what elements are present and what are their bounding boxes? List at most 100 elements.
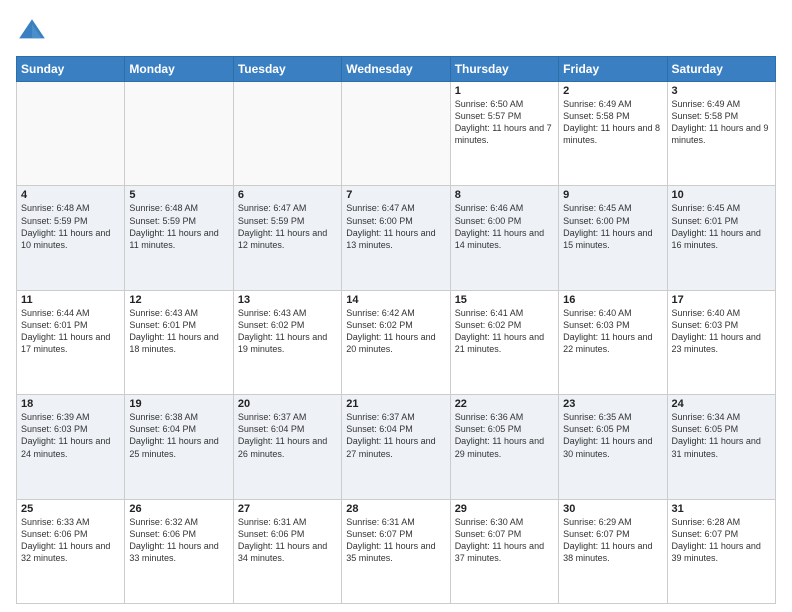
- calendar-cell: 15Sunrise: 6:41 AM Sunset: 6:02 PM Dayli…: [450, 290, 558, 394]
- day-number: 26: [129, 503, 228, 515]
- calendar-cell: 18Sunrise: 6:39 AM Sunset: 6:03 PM Dayli…: [17, 395, 125, 499]
- cell-info: Sunrise: 6:48 AM Sunset: 5:59 PM Dayligh…: [21, 202, 120, 251]
- calendar-cell: 16Sunrise: 6:40 AM Sunset: 6:03 PM Dayli…: [559, 290, 667, 394]
- calendar-cell: 14Sunrise: 6:42 AM Sunset: 6:02 PM Dayli…: [342, 290, 450, 394]
- day-number: 12: [129, 294, 228, 306]
- day-header: Friday: [559, 57, 667, 82]
- day-number: 25: [21, 503, 120, 515]
- cell-info: Sunrise: 6:45 AM Sunset: 6:00 PM Dayligh…: [563, 202, 662, 251]
- day-number: 10: [672, 189, 771, 201]
- day-header: Wednesday: [342, 57, 450, 82]
- cell-info: Sunrise: 6:34 AM Sunset: 6:05 PM Dayligh…: [672, 411, 771, 460]
- cell-info: Sunrise: 6:43 AM Sunset: 6:02 PM Dayligh…: [238, 307, 337, 356]
- day-number: 1: [455, 85, 554, 97]
- day-number: 29: [455, 503, 554, 515]
- day-header: Tuesday: [233, 57, 341, 82]
- cell-info: Sunrise: 6:39 AM Sunset: 6:03 PM Dayligh…: [21, 411, 120, 460]
- calendar-cell: 23Sunrise: 6:35 AM Sunset: 6:05 PM Dayli…: [559, 395, 667, 499]
- calendar-week-row: 11Sunrise: 6:44 AM Sunset: 6:01 PM Dayli…: [17, 290, 776, 394]
- calendar-cell: 8Sunrise: 6:46 AM Sunset: 6:00 PM Daylig…: [450, 186, 558, 290]
- calendar-cell: [233, 82, 341, 186]
- day-number: 30: [563, 503, 662, 515]
- calendar-cell: 25Sunrise: 6:33 AM Sunset: 6:06 PM Dayli…: [17, 499, 125, 603]
- cell-info: Sunrise: 6:31 AM Sunset: 6:07 PM Dayligh…: [346, 516, 445, 565]
- cell-info: Sunrise: 6:40 AM Sunset: 6:03 PM Dayligh…: [563, 307, 662, 356]
- cell-info: Sunrise: 6:49 AM Sunset: 5:58 PM Dayligh…: [563, 98, 662, 147]
- day-header: Sunday: [17, 57, 125, 82]
- cell-info: Sunrise: 6:47 AM Sunset: 5:59 PM Dayligh…: [238, 202, 337, 251]
- calendar-cell: 28Sunrise: 6:31 AM Sunset: 6:07 PM Dayli…: [342, 499, 450, 603]
- calendar-cell: 22Sunrise: 6:36 AM Sunset: 6:05 PM Dayli…: [450, 395, 558, 499]
- day-number: 24: [672, 398, 771, 410]
- day-number: 16: [563, 294, 662, 306]
- cell-info: Sunrise: 6:41 AM Sunset: 6:02 PM Dayligh…: [455, 307, 554, 356]
- cell-info: Sunrise: 6:37 AM Sunset: 6:04 PM Dayligh…: [238, 411, 337, 460]
- cell-info: Sunrise: 6:49 AM Sunset: 5:58 PM Dayligh…: [672, 98, 771, 147]
- calendar-week-row: 18Sunrise: 6:39 AM Sunset: 6:03 PM Dayli…: [17, 395, 776, 499]
- calendar-cell: [125, 82, 233, 186]
- calendar-cell: 30Sunrise: 6:29 AM Sunset: 6:07 PM Dayli…: [559, 499, 667, 603]
- cell-info: Sunrise: 6:28 AM Sunset: 6:07 PM Dayligh…: [672, 516, 771, 565]
- cell-info: Sunrise: 6:30 AM Sunset: 6:07 PM Dayligh…: [455, 516, 554, 565]
- calendar-cell: 4Sunrise: 6:48 AM Sunset: 5:59 PM Daylig…: [17, 186, 125, 290]
- cell-info: Sunrise: 6:38 AM Sunset: 6:04 PM Dayligh…: [129, 411, 228, 460]
- cell-info: Sunrise: 6:32 AM Sunset: 6:06 PM Dayligh…: [129, 516, 228, 565]
- calendar-cell: 20Sunrise: 6:37 AM Sunset: 6:04 PM Dayli…: [233, 395, 341, 499]
- cell-info: Sunrise: 6:47 AM Sunset: 6:00 PM Dayligh…: [346, 202, 445, 251]
- calendar-cell: 27Sunrise: 6:31 AM Sunset: 6:06 PM Dayli…: [233, 499, 341, 603]
- calendar-cell: 21Sunrise: 6:37 AM Sunset: 6:04 PM Dayli…: [342, 395, 450, 499]
- day-number: 13: [238, 294, 337, 306]
- calendar-body: 1Sunrise: 6:50 AM Sunset: 5:57 PM Daylig…: [17, 82, 776, 604]
- calendar-cell: 29Sunrise: 6:30 AM Sunset: 6:07 PM Dayli…: [450, 499, 558, 603]
- day-number: 23: [563, 398, 662, 410]
- day-number: 3: [672, 85, 771, 97]
- logo-icon: [16, 16, 48, 48]
- page: SundayMondayTuesdayWednesdayThursdayFrid…: [0, 0, 792, 612]
- day-number: 21: [346, 398, 445, 410]
- day-header: Thursday: [450, 57, 558, 82]
- header: [16, 16, 776, 48]
- cell-info: Sunrise: 6:35 AM Sunset: 6:05 PM Dayligh…: [563, 411, 662, 460]
- day-number: 5: [129, 189, 228, 201]
- calendar-cell: 6Sunrise: 6:47 AM Sunset: 5:59 PM Daylig…: [233, 186, 341, 290]
- calendar-cell: 13Sunrise: 6:43 AM Sunset: 6:02 PM Dayli…: [233, 290, 341, 394]
- day-number: 2: [563, 85, 662, 97]
- calendar-cell: [342, 82, 450, 186]
- calendar-cell: 1Sunrise: 6:50 AM Sunset: 5:57 PM Daylig…: [450, 82, 558, 186]
- day-number: 9: [563, 189, 662, 201]
- calendar-cell: 7Sunrise: 6:47 AM Sunset: 6:00 PM Daylig…: [342, 186, 450, 290]
- cell-info: Sunrise: 6:40 AM Sunset: 6:03 PM Dayligh…: [672, 307, 771, 356]
- day-number: 28: [346, 503, 445, 515]
- cell-info: Sunrise: 6:42 AM Sunset: 6:02 PM Dayligh…: [346, 307, 445, 356]
- day-header: Saturday: [667, 57, 775, 82]
- calendar-cell: 3Sunrise: 6:49 AM Sunset: 5:58 PM Daylig…: [667, 82, 775, 186]
- day-number: 18: [21, 398, 120, 410]
- cell-info: Sunrise: 6:45 AM Sunset: 6:01 PM Dayligh…: [672, 202, 771, 251]
- cell-info: Sunrise: 6:44 AM Sunset: 6:01 PM Dayligh…: [21, 307, 120, 356]
- cell-info: Sunrise: 6:33 AM Sunset: 6:06 PM Dayligh…: [21, 516, 120, 565]
- calendar-cell: 11Sunrise: 6:44 AM Sunset: 6:01 PM Dayli…: [17, 290, 125, 394]
- day-number: 14: [346, 294, 445, 306]
- day-number: 19: [129, 398, 228, 410]
- day-number: 6: [238, 189, 337, 201]
- day-number: 4: [21, 189, 120, 201]
- day-number: 15: [455, 294, 554, 306]
- calendar-week-row: 4Sunrise: 6:48 AM Sunset: 5:59 PM Daylig…: [17, 186, 776, 290]
- header-row: SundayMondayTuesdayWednesdayThursdayFrid…: [17, 57, 776, 82]
- day-number: 20: [238, 398, 337, 410]
- calendar-cell: 12Sunrise: 6:43 AM Sunset: 6:01 PM Dayli…: [125, 290, 233, 394]
- day-number: 17: [672, 294, 771, 306]
- calendar-cell: 26Sunrise: 6:32 AM Sunset: 6:06 PM Dayli…: [125, 499, 233, 603]
- calendar-cell: 10Sunrise: 6:45 AM Sunset: 6:01 PM Dayli…: [667, 186, 775, 290]
- calendar-cell: 31Sunrise: 6:28 AM Sunset: 6:07 PM Dayli…: [667, 499, 775, 603]
- cell-info: Sunrise: 6:36 AM Sunset: 6:05 PM Dayligh…: [455, 411, 554, 460]
- calendar-cell: 2Sunrise: 6:49 AM Sunset: 5:58 PM Daylig…: [559, 82, 667, 186]
- cell-info: Sunrise: 6:29 AM Sunset: 6:07 PM Dayligh…: [563, 516, 662, 565]
- logo: [16, 16, 52, 48]
- calendar-cell: 17Sunrise: 6:40 AM Sunset: 6:03 PM Dayli…: [667, 290, 775, 394]
- calendar-cell: 9Sunrise: 6:45 AM Sunset: 6:00 PM Daylig…: [559, 186, 667, 290]
- day-number: 22: [455, 398, 554, 410]
- day-header: Monday: [125, 57, 233, 82]
- day-number: 7: [346, 189, 445, 201]
- calendar-cell: 24Sunrise: 6:34 AM Sunset: 6:05 PM Dayli…: [667, 395, 775, 499]
